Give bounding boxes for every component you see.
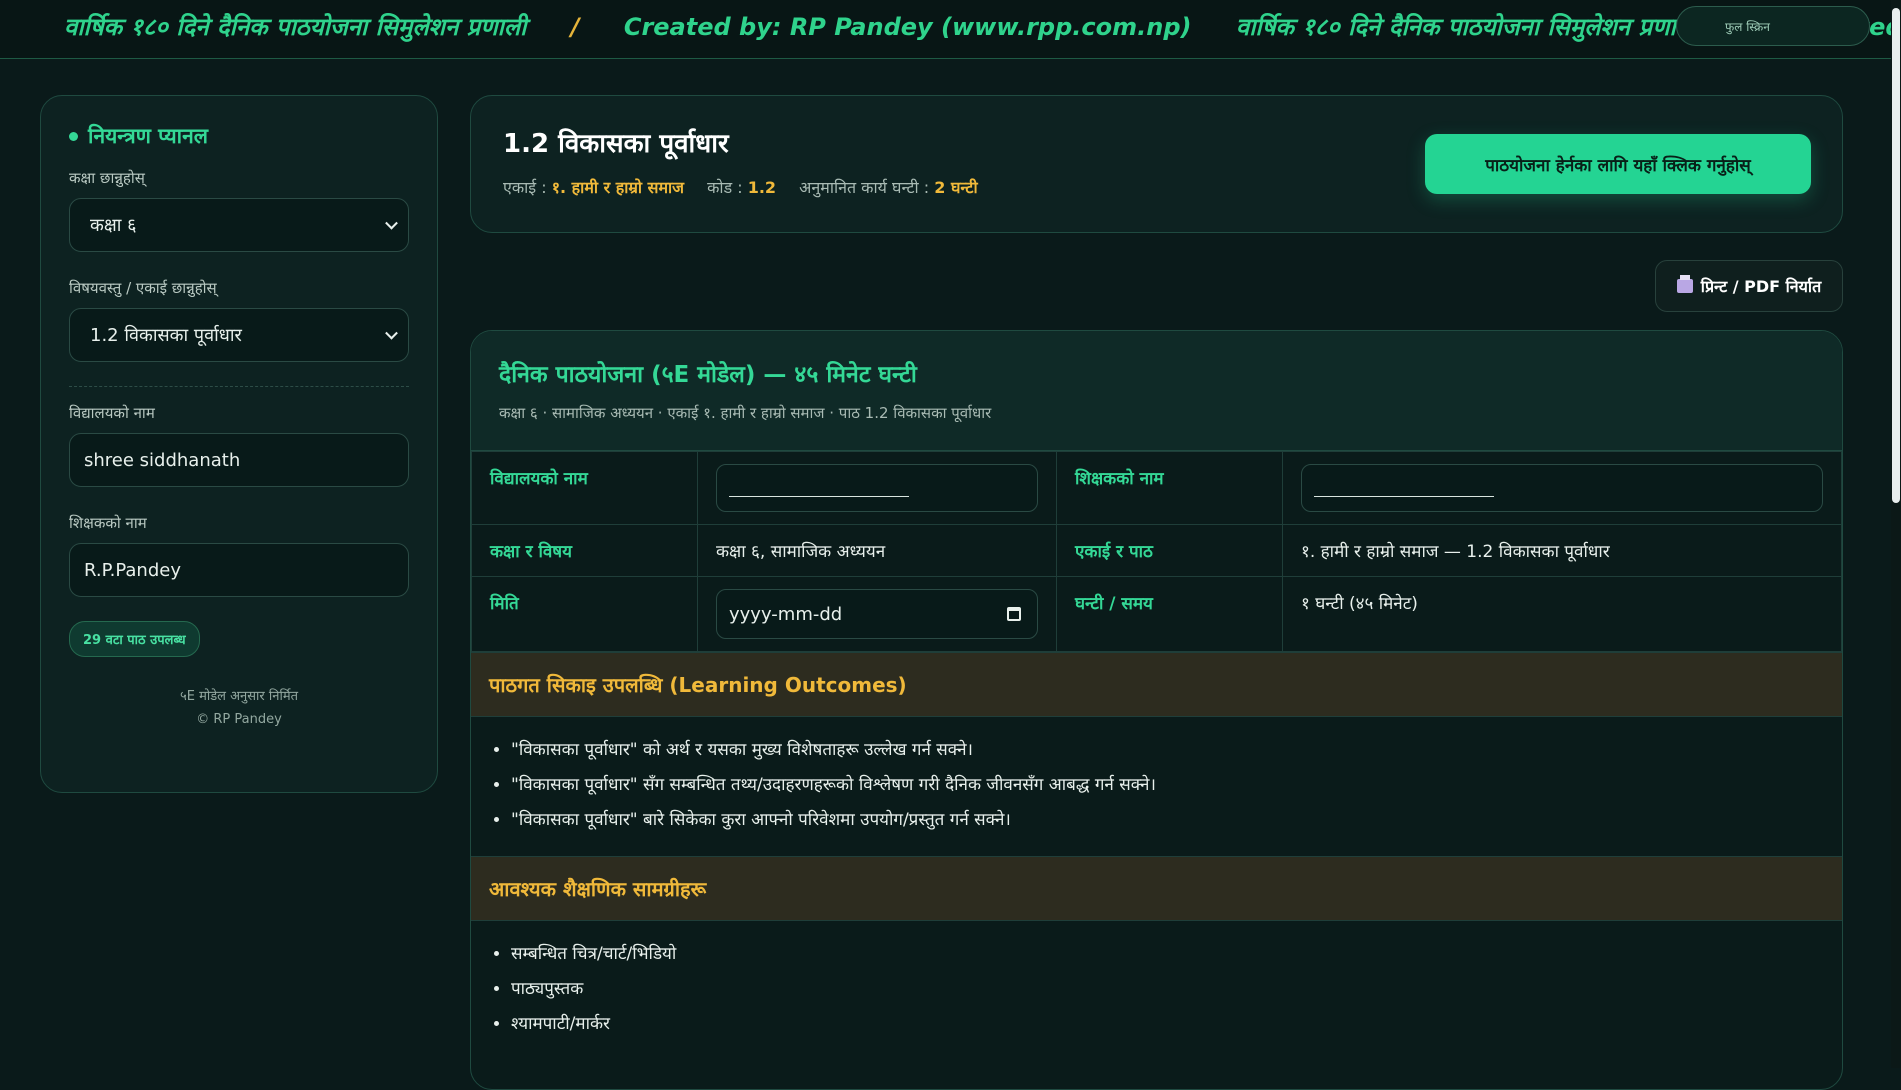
list-item: "विकासका पूर्वाधार" सँग सम्बन्धित तथ्य/उ… xyxy=(511,768,1824,803)
teacher-name-field[interactable] xyxy=(1301,464,1823,512)
teacher-key: शिक्षकको नाम xyxy=(1056,451,1283,525)
table-row: कक्षा र विषय कक्षा ६, सामाजिक अध्ययन एका… xyxy=(471,524,1842,577)
plan-subtitle: कक्षा ६ · सामाजिक अध्ययन · एकाई १. हामी … xyxy=(499,404,992,422)
printer-icon xyxy=(1676,275,1693,293)
date-field[interactable]: yyyy-mm-dd xyxy=(716,589,1038,639)
unit-select-label: विषयवस्तु / एकाई छान्नुहोस् xyxy=(69,279,217,297)
date-cell: yyyy-mm-dd xyxy=(697,576,1057,652)
unit-lesson-value: १. हामी र हाम्रो समाज — 1.2 विकासका पूर्… xyxy=(1282,524,1842,577)
divider xyxy=(69,386,409,387)
class-select[interactable]: कक्षा ६ xyxy=(69,198,409,252)
plan-header: दैनिक पाठयोजना (५E मोडेल) — ४५ मिनेट घन्… xyxy=(471,331,1842,451)
chevron-down-icon xyxy=(385,216,398,230)
teacher-name-input[interactable]: R.P.Pandey xyxy=(69,543,409,597)
print-pdf-label: प्रिन्ट / PDF निर्यात xyxy=(1700,277,1822,296)
period-key: घन्टी / समय xyxy=(1056,576,1283,652)
outcomes-list: "विकासका पूर्वाधार" को अर्थ र यसका मुख्य… xyxy=(489,733,1824,838)
footer-model-note: ५E मोडेल अनुसार निर्मित xyxy=(179,689,299,704)
lesson-count-badge: 29 वटा पाठ उपलब्ध xyxy=(69,621,200,657)
unit-value: १. हामी र हाम्रो समाज xyxy=(551,178,685,197)
list-item: श्यामपाटी/मार्कर xyxy=(511,1007,1824,1042)
calendar-icon[interactable] xyxy=(1007,607,1021,621)
period-value: १ घन्टी (४५ मिनेट) xyxy=(1282,576,1842,652)
outcomes-body: "विकासका पूर्वाधार" को अर्थ र यसका मुख्य… xyxy=(471,717,1842,856)
chevron-down-icon xyxy=(385,326,398,340)
school-name-input[interactable]: shree siddhanath xyxy=(69,433,409,487)
unit-select-value: 1.2 विकासका पूर्वाधार xyxy=(90,325,242,346)
marquee-separator: / xyxy=(570,13,580,41)
materials-heading: आवश्यक शैक्षणिक सामग्रीहरू xyxy=(471,856,1842,921)
lesson-header-card: 1.2 विकासका पूर्वाधार एकाई : १. हामी र ह… xyxy=(470,95,1843,233)
outcomes-heading: पाठगत सिकाइ उपलब्धि (Learning Outcomes) xyxy=(471,652,1842,717)
hours-key: अनुमानित कार्य घन्टी : xyxy=(799,178,930,197)
code-key: कोड : xyxy=(707,178,743,197)
school-name-label: विद्यालयको नाम xyxy=(69,404,155,422)
lesson-plan-card: दैनिक पाठयोजना (५E मोडेल) — ४५ मिनेट घन्… xyxy=(470,330,1843,1090)
class-select-value: कक्षा ६ xyxy=(90,215,137,236)
school-key: विद्यालयको नाम xyxy=(471,451,698,525)
fullscreen-button[interactable]: फुल स्क्रिन xyxy=(1676,6,1870,46)
page-scrollbar[interactable] xyxy=(1891,0,1901,1068)
materials-list: सम्बन्धित चित्र/चार्ट/भिडियो पाठ्यपुस्तक… xyxy=(489,937,1824,1042)
sidebar-footer: ५E मोडेल अनुसार निर्मित © RP Pandey xyxy=(69,685,409,731)
unit-select[interactable]: 1.2 विकासका पूर्वाधार xyxy=(69,308,409,362)
list-item: "विकासका पूर्वाधार" बारे सिकेका कुरा आफ्… xyxy=(511,803,1824,838)
print-pdf-button[interactable]: प्रिन्ट / PDF निर्यात xyxy=(1655,260,1843,312)
unit-key: एकाई : xyxy=(503,178,547,197)
footer-copyright: © RP Pandey xyxy=(196,712,282,727)
date-key: मिति xyxy=(471,576,698,652)
lesson-meta: एकाई : १. हामी र हाम्रो समाज कोड : 1.2 अ… xyxy=(503,176,996,198)
panel-title-text: नियन्त्रण प्यानल xyxy=(88,124,209,148)
marquee-item: Created by: RP Pandey (www.rpp.com.np) xyxy=(623,13,1192,41)
materials-body: सम्बन्धित चित्र/चार्ट/भिडियो पाठ्यपुस्तक… xyxy=(471,921,1842,1060)
status-dot-icon xyxy=(69,131,78,141)
plan-title: दैनिक पाठयोजना (५E मोडेल) — ४५ मिनेट घन्… xyxy=(499,362,917,388)
table-row: मिति yyyy-mm-dd घन्टी / समय १ घन्टी (४५ … xyxy=(471,576,1842,652)
school-name-field[interactable] xyxy=(716,464,1038,512)
marquee-track: वार्षिक १८० दिने दैनिक पाठयोजना सिमुलेशन… xyxy=(64,10,1901,43)
lesson-info-table: विद्यालयको नाम शिक्षकको नाम कक्षा र विषय… xyxy=(471,451,1842,652)
table-row: विद्यालयको नाम शिक्षकको नाम xyxy=(471,451,1842,525)
class-select-label: कक्षा छान्नुहोस् xyxy=(69,169,145,187)
school-cell xyxy=(697,451,1057,525)
date-placeholder: yyyy-mm-dd xyxy=(729,603,843,625)
marquee-item: वार्षिक १८० दिने दैनिक पाठयोजना सिमुलेशन… xyxy=(64,13,527,41)
teacher-name-label: शिक्षकको नाम xyxy=(69,514,147,532)
code-value: 1.2 xyxy=(747,178,777,197)
control-panel: नियन्त्रण प्यानल कक्षा छान्नुहोस् कक्षा … xyxy=(40,95,438,793)
hours-value: 2 घन्टी xyxy=(934,178,978,197)
class-subject-value: कक्षा ६, सामाजिक अध्ययन xyxy=(697,524,1057,577)
marquee-item: वार्षिक १८० दिने दैनिक पाठयोजना सिमुलेशन… xyxy=(1235,13,1699,41)
panel-title: नियन्त्रण प्यानल xyxy=(69,122,409,150)
teacher-cell xyxy=(1282,451,1842,525)
page-title: 1.2 विकासका पूर्वाधार xyxy=(503,129,729,159)
list-item: सम्बन्धित चित्र/चार्ट/भिडियो xyxy=(511,937,1824,972)
open-lesson-plan-button[interactable]: पाठयोजना हेर्नका लागि यहाँ क्लिक गर्नुहो… xyxy=(1425,134,1811,194)
scrollbar-thumb[interactable] xyxy=(1892,8,1900,503)
marquee-banner: वार्षिक १८० दिने दैनिक पाठयोजना सिमुलेशन… xyxy=(0,0,1901,59)
unit-lesson-key: एकाई र पाठ xyxy=(1056,524,1283,577)
list-item: पाठ्यपुस्तक xyxy=(511,972,1824,1007)
list-item: "विकासका पूर्वाधार" को अर्थ र यसका मुख्य… xyxy=(511,733,1824,768)
class-subject-key: कक्षा र विषय xyxy=(471,524,698,577)
